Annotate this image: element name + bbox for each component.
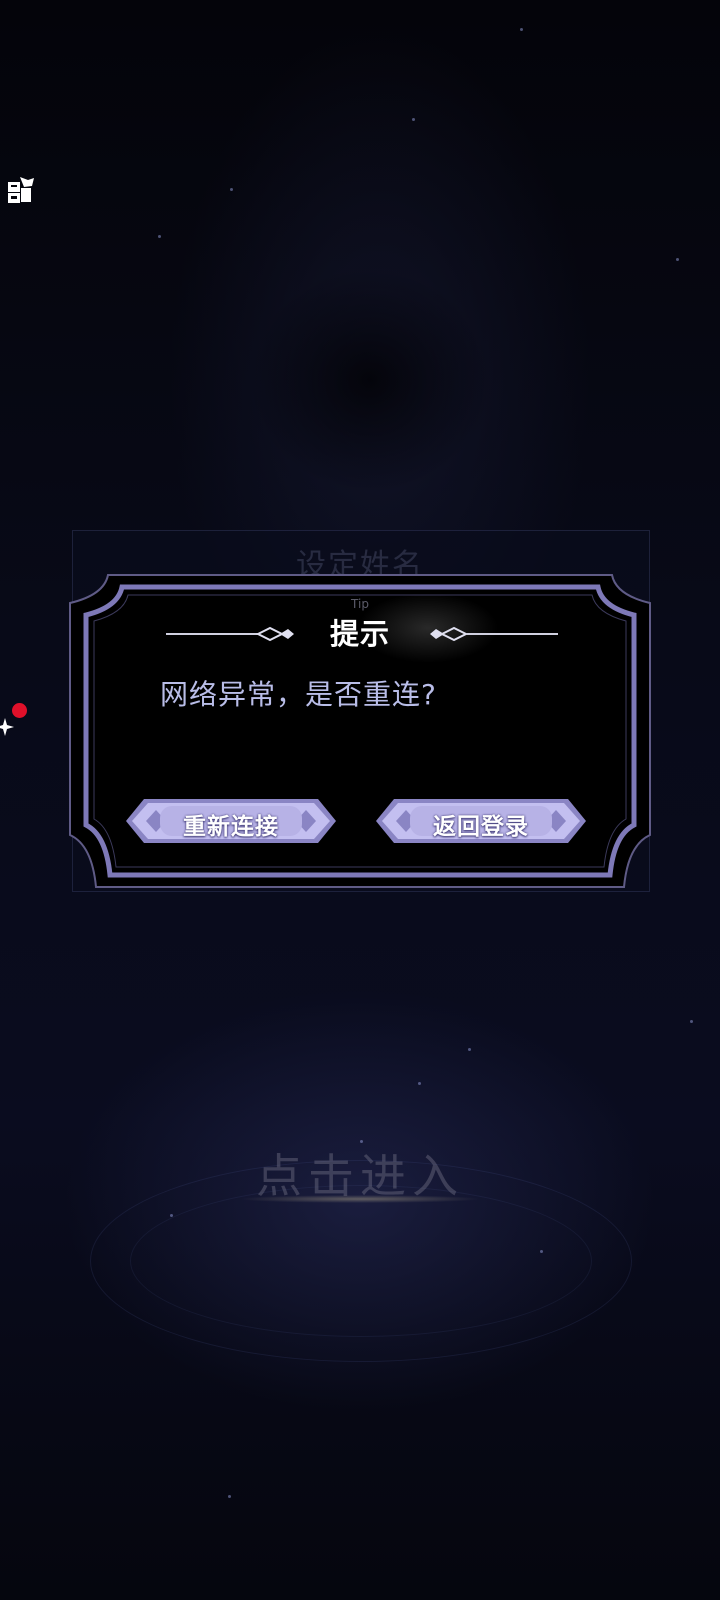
dialog-subtitle: Tip: [351, 597, 369, 611]
back-to-login-button-label: 返回登录: [433, 814, 529, 840]
game-screen: 设定姓名 点击进入 Tip 提示 网络异常，是否重连? 重新连接 返回登录: [0, 0, 720, 1600]
sparkle-icon: [0, 718, 14, 736]
title-ornament-left: [166, 626, 294, 642]
reconnect-button-label: 重新连接: [183, 814, 279, 840]
back-to-login-button[interactable]: 返回登录: [376, 796, 586, 846]
dialog-title: 提示: [329, 617, 390, 651]
title-ornament-right: [430, 626, 558, 642]
enter-glow: [240, 1195, 480, 1203]
magic-circle-inner: [130, 1185, 592, 1337]
notification-dot: [12, 703, 27, 718]
puzzle-icon[interactable]: [6, 176, 36, 206]
network-error-dialog: Tip 提示 网络异常，是否重连? 重新连接 返回登录: [68, 573, 652, 903]
reconnect-button[interactable]: 重新连接: [126, 796, 336, 846]
character-silhouette: [190, 230, 550, 530]
dialog-message: 网络异常，是否重连?: [160, 678, 437, 711]
